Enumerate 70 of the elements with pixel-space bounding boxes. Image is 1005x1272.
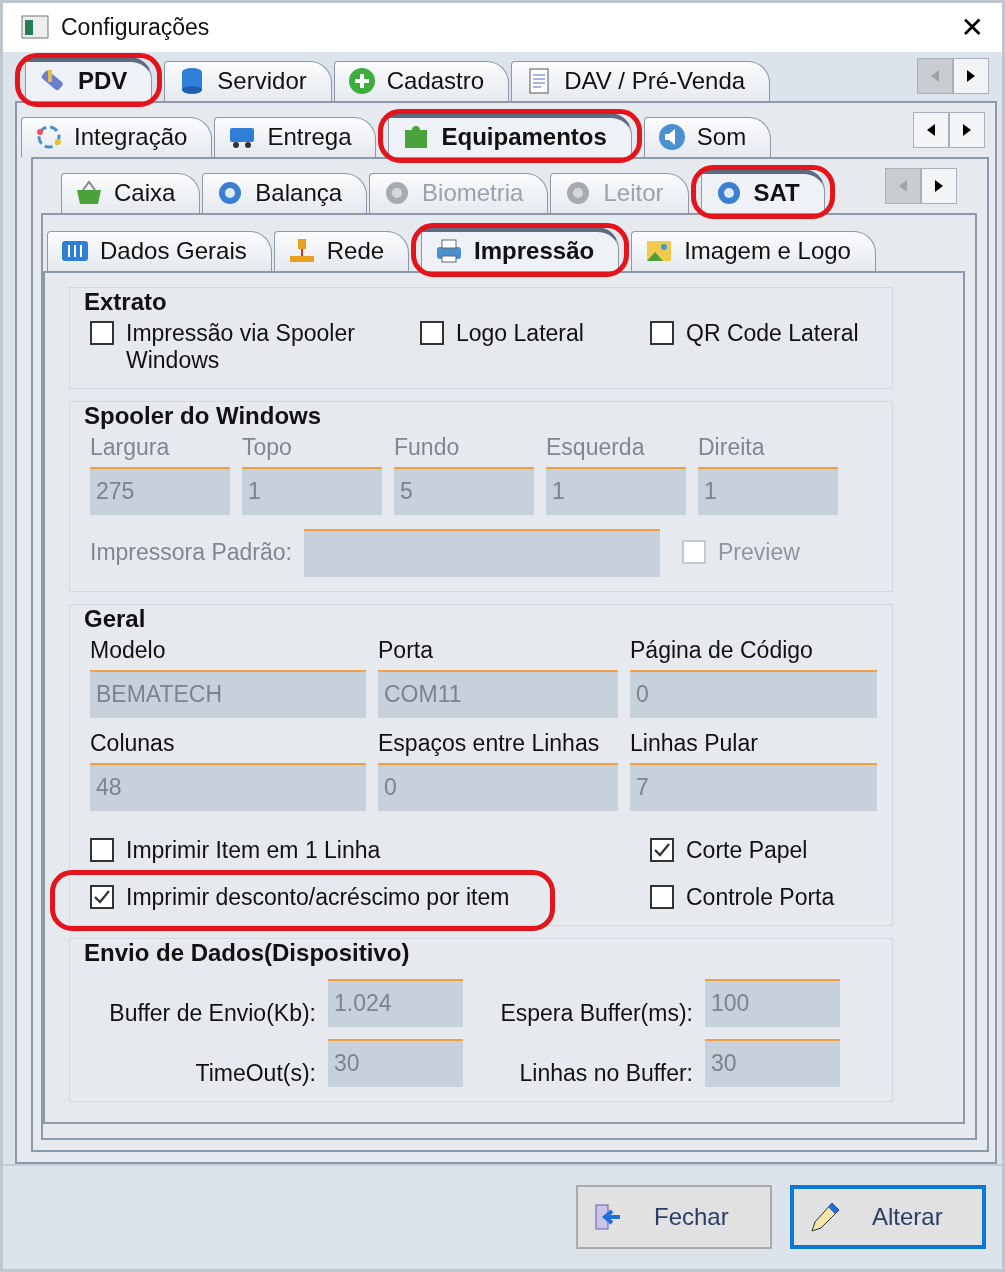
tab[interactable]: SAT xyxy=(700,168,825,213)
check-icon xyxy=(93,888,111,905)
field-label: Colunas xyxy=(90,729,176,757)
group-title: Geral xyxy=(84,604,147,633)
field-label: Fundo xyxy=(394,433,461,461)
field-label: Porta xyxy=(378,636,434,664)
checkbox[interactable] xyxy=(650,320,674,345)
checkbox[interactable] xyxy=(650,884,674,909)
window-title: Configurações xyxy=(61,13,211,41)
field-label: Modelo xyxy=(90,636,167,664)
tab[interactable]: Rede xyxy=(273,230,410,271)
field-label: Linhas no Buffer: xyxy=(518,1059,693,1087)
check-icon xyxy=(653,841,671,858)
edit-button[interactable]: Alterar xyxy=(790,1185,986,1250)
right-arrow-icon xyxy=(965,69,977,84)
tab[interactable]: DAV / Pré-Venda xyxy=(511,60,771,101)
close-button[interactable]: ✕ xyxy=(956,10,988,44)
checkbox-label: Impressão via Spooler Windows xyxy=(126,319,356,374)
field-label: Impressora Padrão: xyxy=(90,539,292,567)
plus-icon xyxy=(346,66,377,97)
right-arrow-icon xyxy=(933,178,945,193)
tab[interactable]: Caixa xyxy=(61,172,201,213)
group-title: Envio de Dados(Dispositivo) xyxy=(84,938,411,967)
tab[interactable]: Integração xyxy=(21,116,213,157)
field-label: TimeOut(s): xyxy=(194,1059,316,1087)
app-icon xyxy=(21,15,49,40)
close-button[interactable]: Fechar xyxy=(576,1185,772,1250)
checkbox-label: Imprimir Item em 1 Linha xyxy=(126,836,381,864)
left-arrow-icon xyxy=(897,178,909,193)
tab[interactable]: Som xyxy=(643,116,772,157)
left-arrow-icon xyxy=(925,122,937,137)
checkbox-label: QR Code Lateral xyxy=(686,319,859,347)
field-label: Linhas Pular xyxy=(630,729,759,757)
field-label: Largura xyxy=(90,433,171,461)
group-title: Extrato xyxy=(84,287,168,316)
scroll-left-button[interactable] xyxy=(913,111,949,148)
checkbox[interactable] xyxy=(90,837,114,862)
tab[interactable]: Equipamentos xyxy=(388,112,632,157)
tab[interactable]: Imagem e Logo xyxy=(631,230,876,271)
tab[interactable]: Entrega xyxy=(214,116,377,157)
checkbox-label: Preview xyxy=(718,539,800,567)
field-label: Espaços entre Linhas xyxy=(378,729,601,757)
field-label: Direita xyxy=(698,433,766,461)
checkbox[interactable] xyxy=(420,320,444,345)
tab[interactable]: PDV xyxy=(25,56,153,101)
left-arrow-icon xyxy=(929,69,941,84)
tab[interactable]: Servidor xyxy=(164,60,332,101)
field-label: Página de Código xyxy=(630,636,814,664)
tab[interactable]: Impressão xyxy=(421,226,620,271)
scroll-right-button[interactable] xyxy=(921,167,957,204)
field-label: Espera Buffer(ms): xyxy=(499,999,693,1027)
group-title: Spooler do Windows xyxy=(84,401,323,430)
field-label: Topo xyxy=(242,433,293,461)
speaker-icon xyxy=(656,122,687,153)
right-arrow-icon xyxy=(961,122,973,137)
checkbox-label: Corte Papel xyxy=(686,836,808,864)
tab[interactable]: Cadastro xyxy=(333,60,510,101)
scroll-right-button[interactable] xyxy=(953,58,989,95)
checkbox-label: Imprimir desconto/acréscimo por item xyxy=(126,883,510,911)
checkbox[interactable] xyxy=(90,884,114,909)
checkbox[interactable] xyxy=(650,837,674,862)
pencil-icon xyxy=(808,1200,842,1235)
checkbox[interactable] xyxy=(90,320,114,345)
field-label: Buffer de Envio(Kb): xyxy=(108,999,316,1027)
tab[interactable]: Dados Gerais xyxy=(47,230,272,271)
field-label: Esquerda xyxy=(546,433,646,461)
checkbox-label: Logo Lateral xyxy=(456,319,584,347)
scroll-right-button[interactable] xyxy=(949,111,985,148)
checkbox-label: Controle Porta xyxy=(686,883,835,911)
tab[interactable]: Balança xyxy=(202,172,368,213)
